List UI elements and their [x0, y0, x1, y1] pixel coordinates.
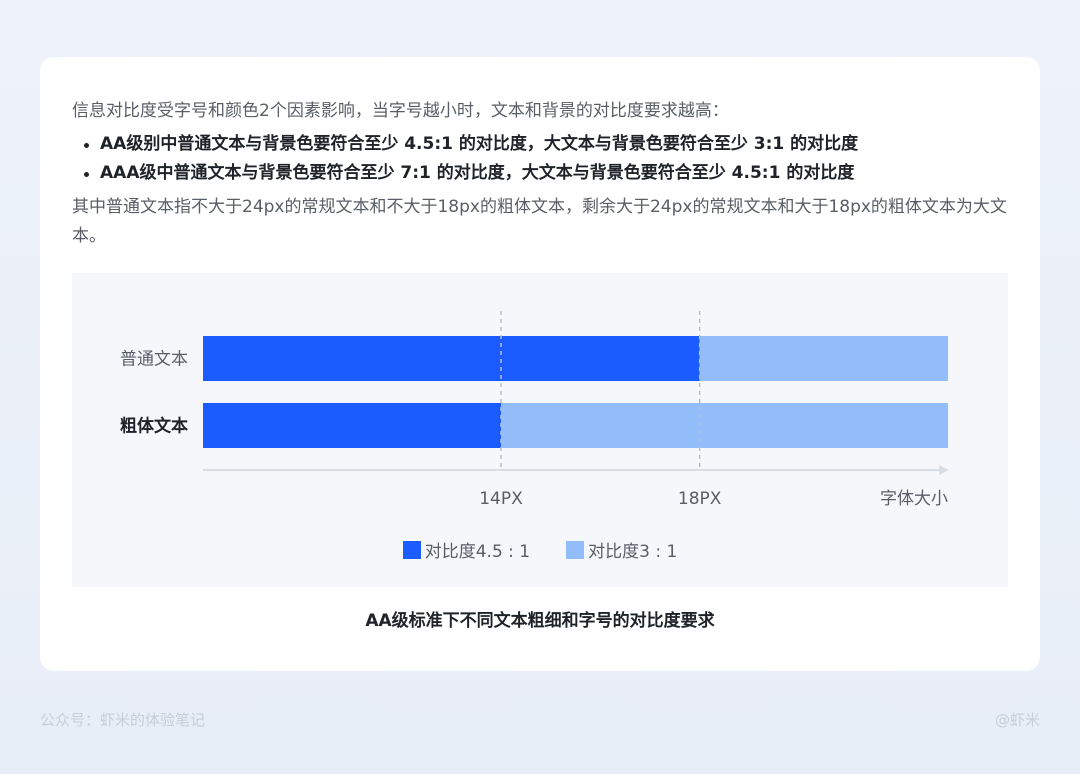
bullet-aaa: AAA级中普通文本与背景色要符合至少 7:1 的对比度，大文本与背景色要符合至少… [84, 159, 1004, 188]
category-label-regular: 普通文本 [120, 350, 188, 370]
bar-bold-ratio-4-5 [203, 403, 501, 448]
bar-regular-ratio-3 [699, 336, 948, 381]
intro-text: 信息对比度受字号和颜色2个因素影响，当字号越小时，文本和背景的对比度要求越高： [72, 101, 729, 121]
x-axis-label: 字体大小 [880, 489, 948, 509]
contrast-chart: 普通文本粗体文本 14PX 18PX 字体大小 对比度4.5 : 1 对比度3 : 1 [72, 273, 1008, 587]
bullet-list: AA级别中普通文本与背景色要符合至少 4.5:1 的对比度，大文本与背景色要符合… [84, 130, 1004, 188]
legend-label-3: 对比度3 : 1 [588, 542, 678, 562]
bar-regular-ratio-4-5 [203, 336, 700, 381]
bar-bold-ratio-3 [501, 403, 948, 448]
category-label-bold: 粗体文本 [120, 416, 188, 437]
x-axis-arrow-icon [939, 465, 949, 475]
legend-swatch-3 [566, 540, 585, 559]
legend-item-4-5: 对比度4.5 : 1 [402, 537, 531, 562]
footer-author: @虾米 [994, 711, 1040, 729]
note-text: 其中普通文本指不大于24px的常规文本和不大于18px的粗体文本，剩余大于24p… [72, 197, 1007, 246]
bullet-aa: AA级别中普通文本与背景色要符合至少 4.5:1 的对比度，大文本与背景色要符合… [84, 130, 1004, 159]
threshold-label-14: 14PX [479, 489, 523, 509]
threshold-label-18: 18PX [678, 489, 722, 509]
content-card: 信息对比度受字号和颜色2个因素影响，当字号越小时，文本和背景的对比度要求越高： … [40, 57, 1040, 671]
chart-caption: AA级标准下不同文本粗细和字号的对比度要求 [365, 611, 715, 631]
chart-legend: 对比度4.5 : 1 对比度3 : 1 [72, 537, 1008, 562]
legend-label-4-5: 对比度4.5 : 1 [424, 542, 531, 562]
footer-account: 公众号：虾米的体验笔记 [40, 711, 206, 729]
legend-item-3: 对比度3 : 1 [566, 537, 677, 562]
legend-swatch-4-5 [402, 540, 421, 559]
